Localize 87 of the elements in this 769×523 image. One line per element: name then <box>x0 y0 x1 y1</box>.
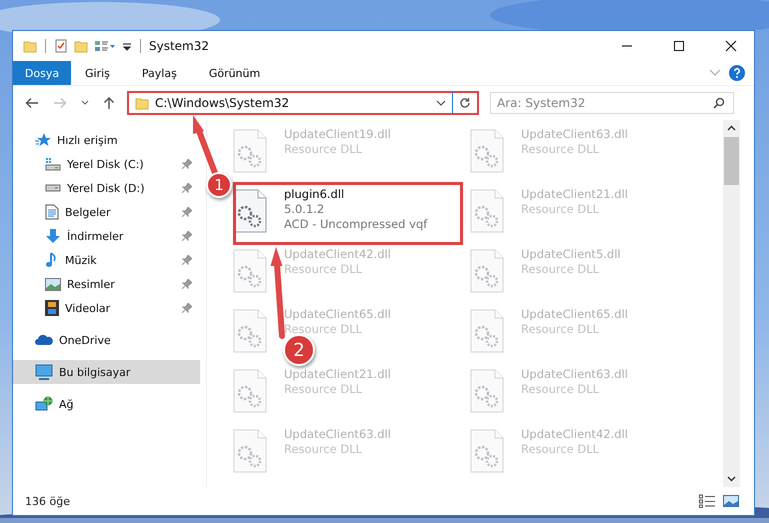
ribbon-tab[interactable]: Paylaş <box>128 61 191 85</box>
file-detail: Resource DLL <box>521 322 600 336</box>
drive-icon <box>45 184 61 192</box>
sidebar-label: Videolar <box>65 302 110 314</box>
drive-icon <box>45 157 61 171</box>
sidebar-item[interactable]: OneDrive <box>13 328 200 352</box>
file-detail: Resource DLL <box>284 442 362 456</box>
file-name[interactable]: plugin6.dll <box>284 187 344 201</box>
help-icon[interactable] <box>729 65 745 81</box>
cloud-icon <box>35 334 53 346</box>
dll-file-icon <box>470 129 504 173</box>
window-title: System32 <box>149 39 210 53</box>
sidebar-label: Hızlı erişim <box>57 134 118 146</box>
image-icon <box>45 278 61 290</box>
film-icon <box>45 300 59 316</box>
folder-icon <box>135 96 149 110</box>
file-detail: Resource DLL <box>284 322 362 336</box>
file-detail: Resource DLL <box>284 262 362 276</box>
item-count: 136 öğe <box>25 494 70 508</box>
sidebar-label: Yerel Disk (C:) <box>67 158 144 170</box>
search-field[interactable]: Ara: System32 <box>490 92 734 114</box>
scroll-up-icon[interactable] <box>727 125 736 131</box>
sidebar-item[interactable]: Bu bilgisayar <box>13 360 200 384</box>
large-icons-view-icon[interactable] <box>723 494 739 508</box>
file-detail: Resource DLL <box>284 142 362 156</box>
star-icon <box>35 132 51 148</box>
sidebar-item[interactable]: Müzik <box>13 248 200 272</box>
ribbon-tab[interactable]: Görünüm <box>194 61 274 85</box>
annotation-arrow <box>193 115 218 176</box>
up-arrow-icon[interactable] <box>103 96 115 110</box>
file-detail: Resource DLL <box>284 382 362 396</box>
view-dropdown-icon[interactable] <box>94 39 116 53</box>
sidebar-item[interactable]: Hızlı erişim <box>13 128 200 152</box>
dll-file-icon <box>470 429 504 473</box>
sidebar-label: Ağ <box>59 398 74 410</box>
dll-file-icon <box>233 129 267 173</box>
dll-file-icon <box>233 189 267 233</box>
scrollbar[interactable] <box>723 120 740 487</box>
document-icon <box>45 204 59 220</box>
search-icon <box>713 97 725 109</box>
file-detail: 5.0.1.2 <box>284 202 324 216</box>
computer-icon <box>35 364 53 380</box>
address-bar[interactable]: C:\Windows\System32 <box>127 91 479 115</box>
recent-locations-icon[interactable] <box>81 100 89 106</box>
sidebar-item[interactable]: Resimler <box>13 272 200 296</box>
sidebar-item[interactable]: Belgeler <box>13 200 200 224</box>
ribbon-tab[interactable]: Giriş <box>71 61 124 85</box>
details-view-icon[interactable] <box>699 494 715 508</box>
sidebar-item[interactable]: Yerel Disk (C:) <box>13 152 200 176</box>
dll-file-icon <box>470 309 504 353</box>
dll-file-icon <box>470 189 504 233</box>
dropdown-caret-icon[interactable] <box>436 100 446 106</box>
sidebar-label: Belgeler <box>65 206 110 218</box>
dll-file-icon <box>470 249 504 293</box>
dll-file-icon <box>233 429 267 473</box>
refresh-icon[interactable] <box>459 97 471 109</box>
properties-icon[interactable] <box>54 39 68 53</box>
file-tab[interactable]: Dosya <box>13 61 71 85</box>
file-detail: Resource DLL <box>521 202 600 216</box>
sidebar-label: Bu bilgisayar <box>59 366 130 378</box>
file-detail: Resource DLL <box>521 262 600 276</box>
sidebar-item[interactable]: Videolar <box>13 296 200 320</box>
address-path: C:\Windows\System32 <box>155 96 290 110</box>
sidebar-label: İndirmeler <box>67 230 124 242</box>
dll-file-icon <box>233 249 267 293</box>
sidebar-item[interactable]: Ağ <box>13 392 200 416</box>
dll-file-icon <box>470 369 504 413</box>
scroll-down-icon[interactable] <box>727 476 736 482</box>
sidebar-label: Yerel Disk (D:) <box>67 182 145 194</box>
maximize-icon <box>673 40 685 52</box>
scrollbar-thumb[interactable] <box>724 137 739 185</box>
minimize-icon <box>621 45 633 47</box>
dll-file-icon <box>233 369 267 413</box>
network-icon <box>35 396 53 412</box>
file-detail: Resource DLL <box>521 142 600 156</box>
file-detail: ACD - Uncompressed vqf <box>284 217 428 231</box>
close-icon <box>725 40 737 52</box>
down-arrow-icon <box>45 228 61 244</box>
sidebar-item[interactable]: Yerel Disk (D:) <box>13 176 200 200</box>
sidebar-label: OneDrive <box>59 334 111 346</box>
back-arrow-icon[interactable] <box>25 97 39 109</box>
dll-file-icon <box>233 309 267 353</box>
file-detail: Resource DLL <box>521 382 600 396</box>
sidebar-label: Resimler <box>67 278 115 290</box>
sidebar-label: Müzik <box>65 254 97 266</box>
file-detail: Resource DLL <box>521 442 600 456</box>
sidebar-item[interactable]: İndirmeler <box>13 224 200 248</box>
